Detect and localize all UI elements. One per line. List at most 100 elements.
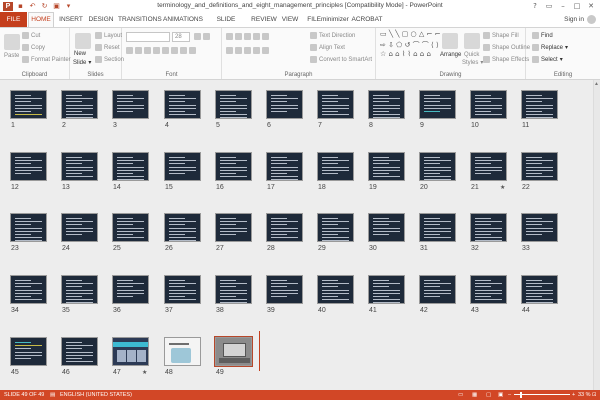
slide-thumbnail[interactable] (470, 90, 507, 119)
shape-effects-button[interactable]: Shape Effects (483, 56, 529, 63)
slide-thumbnail[interactable] (112, 337, 149, 366)
help-button[interactable]: ? (528, 0, 542, 12)
char-spacing-icon[interactable] (171, 47, 178, 54)
tab-home[interactable]: HOME (28, 12, 54, 27)
bullets-icon[interactable] (226, 33, 233, 40)
scroll-up-arrow-icon[interactable]: ▲ (593, 81, 600, 87)
shapes-gallery-row-3[interactable]: ☆ ⌂ ⌂ ⌇ ⌇ ⌂ ⌂ ⌂ (380, 50, 431, 58)
vertical-scrollbar[interactable] (593, 80, 600, 390)
redo-icon[interactable]: ↻ (40, 2, 49, 11)
slide-thumbnail[interactable] (266, 90, 303, 119)
tab-fileminimizer[interactable]: FILEminimizer (305, 12, 351, 27)
zoom-level[interactable]: 33 % (578, 390, 591, 400)
justify-icon[interactable] (253, 47, 260, 54)
tab-review[interactable]: REVIEW (251, 12, 277, 27)
slide-sorter-view[interactable]: 1 2 3 4 5 6 7 8 9 10 11 12 13 14 15 16 17 18 19 20 21 ★ 22 23 24… (0, 80, 600, 390)
replace-button[interactable]: Replace ▾ (532, 44, 568, 51)
quick-styles-button[interactable]: Quick (464, 52, 479, 58)
slide-thumbnail[interactable] (112, 152, 149, 181)
slide-thumbnail[interactable] (266, 152, 303, 181)
increase-indent-icon[interactable] (253, 33, 260, 40)
slide-thumbnail[interactable] (61, 337, 98, 366)
slide-thumbnail[interactable] (10, 90, 47, 119)
zoom-slider[interactable] (514, 394, 570, 395)
grow-font-button[interactable] (194, 33, 210, 40)
format-painter-button[interactable]: Format Painter (22, 56, 71, 63)
slide-thumbnail[interactable] (419, 152, 456, 181)
slide-thumbnail[interactable] (317, 213, 354, 242)
align-center-icon[interactable] (235, 47, 242, 54)
slide-thumbnail[interactable] (317, 152, 354, 181)
section-button[interactable]: Section (95, 56, 124, 63)
save-icon[interactable]: ▪ (16, 2, 25, 11)
user-avatar-icon[interactable] (587, 15, 596, 24)
reading-view-icon[interactable]: ▢ (486, 390, 491, 400)
sign-in-link[interactable]: Sign in (564, 12, 584, 27)
list-buttons[interactable] (226, 33, 269, 40)
slide-thumbnail[interactable] (266, 213, 303, 242)
new-slide-button[interactable]: New (74, 51, 86, 57)
slide-thumbnail[interactable] (61, 90, 98, 119)
slide-thumbnail[interactable] (164, 213, 201, 242)
close-button[interactable]: ✕ (584, 0, 598, 12)
slide-thumbnail[interactable] (10, 213, 47, 242)
slide-thumbnail[interactable] (10, 275, 47, 304)
tab-acrobat[interactable]: ACROBAT (351, 12, 383, 27)
zoom-in-button[interactable]: + (572, 390, 575, 400)
slide-thumbnail[interactable] (10, 152, 47, 181)
font-size-combo[interactable]: 28 (172, 32, 190, 42)
slide-thumbnail[interactable] (214, 336, 253, 367)
normal-view-icon[interactable]: ▭ (458, 390, 463, 400)
slide-thumbnail[interactable] (419, 275, 456, 304)
slide-thumbnail[interactable] (215, 152, 252, 181)
change-case-icon[interactable] (180, 47, 187, 54)
slide-thumbnail[interactable] (368, 152, 405, 181)
zoom-slider-handle[interactable] (520, 392, 522, 398)
zoom-out-button[interactable]: – (508, 390, 511, 400)
select-button[interactable]: Select ▾ (532, 56, 563, 63)
slideshow-view-icon[interactable]: ▣ (498, 390, 503, 400)
align-buttons[interactable] (226, 47, 269, 54)
paste-button[interactable]: Paste (4, 53, 19, 59)
slide-thumbnail[interactable] (215, 90, 252, 119)
slide-thumbnail[interactable] (10, 337, 47, 366)
minimize-button[interactable]: – (556, 0, 570, 12)
align-text-button[interactable]: Align Text (310, 44, 345, 51)
quick-styles-dropdown[interactable]: Styles ▾ (462, 59, 483, 67)
slide-thumbnail[interactable] (419, 213, 456, 242)
slide-thumbnail[interactable] (164, 152, 201, 181)
fit-to-window-icon[interactable]: ⊡ (592, 390, 597, 400)
slide-thumbnail[interactable] (368, 213, 405, 242)
slide-thumbnail[interactable] (61, 213, 98, 242)
slide-thumbnail[interactable] (164, 275, 201, 304)
text-direction-button[interactable]: Text Direction (310, 32, 355, 39)
tab-design[interactable]: DESIGN (86, 12, 116, 27)
shadow-icon[interactable] (162, 47, 169, 54)
shape-fill-button[interactable]: Shape Fill (483, 32, 519, 39)
customize-qat-icon[interactable]: ▾ (64, 2, 73, 11)
reset-button[interactable]: Reset (95, 44, 120, 51)
strikethrough-icon[interactable] (153, 47, 160, 54)
slide-thumbnail[interactable] (112, 90, 149, 119)
tab-animations[interactable]: ANIMATIONS (163, 12, 203, 27)
slide-sorter-icon[interactable]: ▦ (472, 390, 477, 400)
slide-thumbnail[interactable] (215, 275, 252, 304)
shape-outline-button[interactable]: Shape Outline (483, 44, 530, 51)
numbering-icon[interactable] (235, 33, 242, 40)
underline-icon[interactable] (144, 47, 151, 54)
spellcheck-icon[interactable]: ▤ (50, 390, 55, 400)
slide-thumbnail[interactable] (470, 275, 507, 304)
font-color-icon[interactable] (189, 47, 196, 54)
slide-thumbnail[interactable] (470, 152, 507, 181)
align-left-icon[interactable] (226, 47, 233, 54)
slide-thumbnail[interactable] (419, 90, 456, 119)
slide-thumbnail[interactable] (164, 90, 201, 119)
slide-thumbnail[interactable] (521, 90, 558, 119)
slide-thumbnail[interactable] (317, 275, 354, 304)
tab-file[interactable]: FILE (0, 12, 27, 27)
slide-thumbnail[interactable] (368, 90, 405, 119)
slide-thumbnail[interactable] (521, 213, 558, 242)
slide-thumbnail[interactable] (215, 213, 252, 242)
slide-thumbnail[interactable] (61, 152, 98, 181)
italic-icon[interactable] (135, 47, 142, 54)
